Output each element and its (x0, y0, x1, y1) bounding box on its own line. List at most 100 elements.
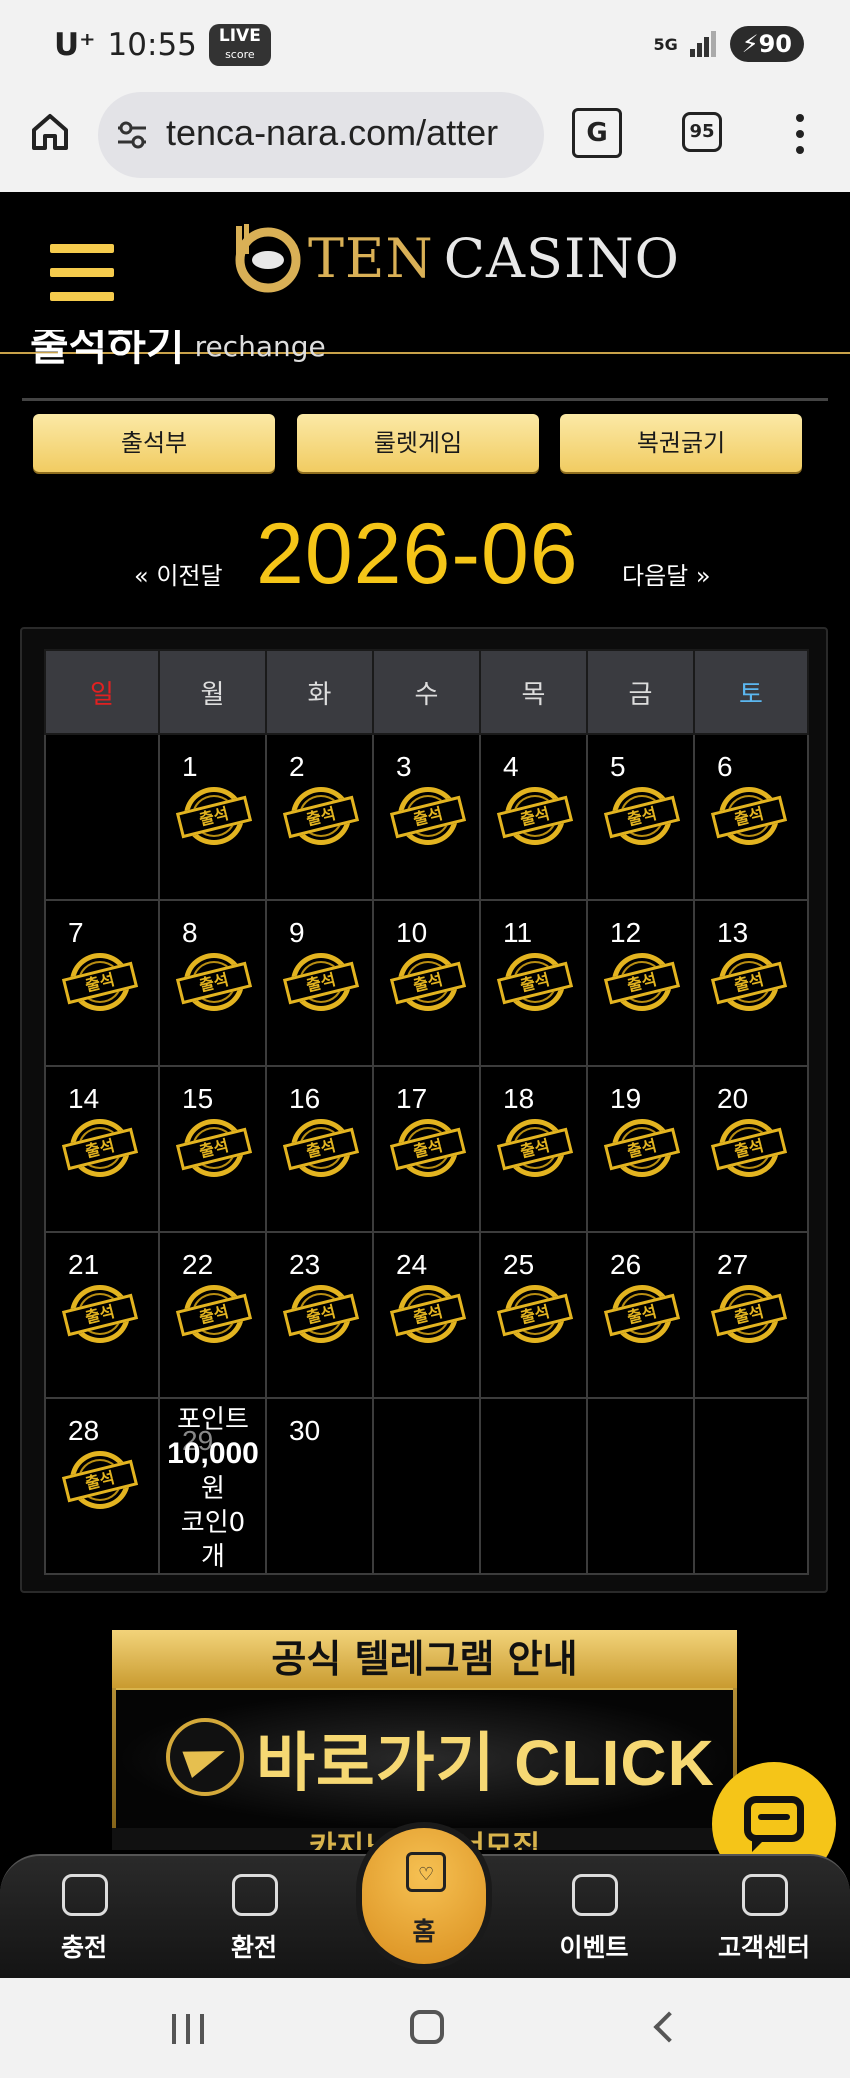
calendar-day[interactable]: 23 출석 (265, 1231, 374, 1399)
nav-deposit[interactable]: 충전 (24, 1856, 144, 1980)
system-nav-bar (0, 1978, 850, 2078)
attendance-stamp-icon: 출석 (603, 951, 681, 1013)
prev-month-link[interactable]: « 이전달 (134, 556, 223, 591)
attendance-stamp-icon: 출석 (282, 1283, 360, 1345)
calendar-day[interactable]: 5 출석 (586, 733, 695, 901)
calendar-week-3: 14 출석 15 출석 16 출석 17 출석 18 출석 19 출석 20 출석 (44, 1065, 809, 1233)
day-number: 2 (289, 751, 305, 782)
tab-attendance[interactable]: 출석부 (33, 414, 275, 472)
calendar-week-2: 7 출석 8 출석 9 출석 10 출석 11 출석 12 출석 13 출석 (44, 899, 809, 1067)
telegram-banner[interactable]: 공식 텔레그램 안내 바로가기 CLICK 카지노 파트너모집 (112, 1630, 737, 1850)
calendar-day[interactable]: 17 출석 (372, 1065, 481, 1233)
calendar-day[interactable]: 3 출석 (372, 733, 481, 901)
url-text[interactable]: tenca-nara.com/atter (166, 112, 536, 154)
calendar-day[interactable]: 26 출석 (586, 1231, 695, 1399)
calendar-day[interactable]: 22 출석 (158, 1231, 267, 1399)
day-number: 26 (610, 1249, 642, 1280)
tab-switcher-button[interactable]: 95 (682, 112, 722, 152)
calendar-day[interactable]: 11 출석 (479, 899, 588, 1067)
nav-event[interactable]: 이벤트 (534, 1856, 654, 1980)
calendar-day-empty (479, 1397, 588, 1575)
nav-support[interactable]: 고객센터 (704, 1856, 824, 1980)
calendar-day[interactable]: 27 출석 (693, 1231, 809, 1399)
day-number: 9 (289, 917, 305, 948)
nav-withdraw[interactable]: 환전 (194, 1856, 314, 1980)
translate-icon[interactable]: G (572, 108, 622, 158)
calendar-day[interactable]: 13 출석 (693, 899, 809, 1067)
weekday-mon: 월 (158, 649, 267, 735)
site-logo[interactable]: TEN CASINO (224, 218, 680, 298)
day-number: 3 (396, 751, 412, 782)
month-title: 2026-06 (256, 506, 579, 602)
day-number: 21 (68, 1249, 100, 1280)
telegram-icon (166, 1718, 244, 1796)
attendance-stamp-icon: 출석 (282, 1117, 360, 1179)
calendar-day[interactable]: 21 출석 (44, 1231, 160, 1399)
day-number: 12 (610, 917, 642, 948)
calendar-day[interactable]: 19 출석 (586, 1065, 695, 1233)
reward-point-value: 10,000 (167, 1437, 259, 1470)
address-bar[interactable]: tenca-nara.com/atter (98, 92, 544, 178)
calendar-day[interactable]: 2 출석 (265, 733, 374, 901)
next-month-link[interactable]: 다음달 » (622, 556, 711, 591)
calendar-day[interactable]: 24 출석 (372, 1231, 481, 1399)
attendance-stamp-icon: 출석 (710, 951, 788, 1013)
calendar-day[interactable]: 9 출석 (265, 899, 374, 1067)
attendance-stamp-icon: 출석 (496, 1117, 574, 1179)
nav-home[interactable]: ♡ 홈 (356, 1822, 492, 1970)
tab-scratch-lottery[interactable]: 복권긁기 (560, 414, 802, 472)
attendance-stamp-icon: 출석 (61, 1117, 139, 1179)
reward-point-label: 포인트 (177, 1405, 249, 1435)
calendar-day-empty (586, 1397, 695, 1575)
calendar-day[interactable]: 10 출석 (372, 899, 481, 1067)
calendar-day[interactable]: 8 출석 (158, 899, 267, 1067)
calendar-week-4: 21 출석 22 출석 23 출석 24 출석 25 출석 26 출석 27 출석 (44, 1231, 809, 1399)
calendar-day-today[interactable]: 29 포인트 10,000 원 코인0 개 (158, 1397, 267, 1575)
attendance-stamp-icon: 출석 (61, 951, 139, 1013)
translate-label: G (586, 118, 608, 148)
site-settings-icon[interactable] (116, 120, 148, 150)
status-left: U⁺ 10:55 LIVE score (54, 24, 271, 66)
day-number: 25 (503, 1249, 535, 1280)
weekday-sun: 일 (44, 649, 160, 735)
attendance-stamp-icon: 출석 (175, 1283, 253, 1345)
weekday-tue: 화 (265, 649, 374, 735)
calendar-day[interactable]: 7 출석 (44, 899, 160, 1067)
calendar-day-empty (372, 1397, 481, 1575)
live-badge-label: LIVE (218, 26, 261, 46)
calendar-day[interactable]: 20 출석 (693, 1065, 809, 1233)
calendar-day[interactable]: 30 (265, 1397, 374, 1575)
attendance-calendar: 일 월 화 수 목 금 토 1 출석 2 출석 3 출석 4 출석 5 출석 6 출석 7출… (20, 627, 828, 1593)
hamburger-menu-icon[interactable] (50, 244, 116, 302)
calendar-day[interactable]: 12 출석 (586, 899, 695, 1067)
attendance-stamp-icon: 출석 (603, 1283, 681, 1345)
calendar-day-empty (693, 1397, 809, 1575)
attendance-stamp-icon: 출석 (603, 1117, 681, 1179)
banner-top-text: 공식 텔레그램 안내 (112, 1630, 737, 1688)
home-icon[interactable] (28, 110, 72, 154)
calendar-day[interactable]: 18 출석 (479, 1065, 588, 1233)
calendar-day[interactable]: 16 출석 (265, 1065, 374, 1233)
tab-roulette[interactable]: 룰렛게임 (297, 414, 539, 472)
calendar-day[interactable]: 14 출석 (44, 1065, 160, 1233)
banner-click-text: 바로가기 CLICK (256, 1727, 715, 1799)
calendar-day[interactable]: 1 출석 (158, 733, 267, 901)
calendar-day[interactable]: 6 출석 (693, 733, 809, 901)
day-number: 20 (717, 1083, 749, 1114)
day-number: 17 (396, 1083, 428, 1114)
more-menu-icon[interactable] (790, 112, 810, 156)
calendar-day[interactable]: 25 출석 (479, 1231, 588, 1399)
recents-icon[interactable] (172, 2014, 206, 2044)
system-home-icon[interactable] (410, 2010, 444, 2044)
calendar-day[interactable]: 28 출석 (44, 1397, 160, 1575)
signal-icon (689, 31, 718, 57)
calendar-day[interactable]: 15 출석 (158, 1065, 267, 1233)
logo-casino-text: CASINO (443, 226, 680, 290)
calendar-day[interactable]: 4 출석 (479, 733, 588, 901)
attendance-stamp-icon: 출석 (389, 785, 467, 847)
page-heading-ko: 출석하기 (30, 330, 185, 370)
attendance-stamp-icon: 출석 (282, 785, 360, 847)
day-number: 24 (396, 1249, 428, 1280)
weekday-thu: 목 (479, 649, 588, 735)
back-icon[interactable] (653, 2011, 685, 2043)
